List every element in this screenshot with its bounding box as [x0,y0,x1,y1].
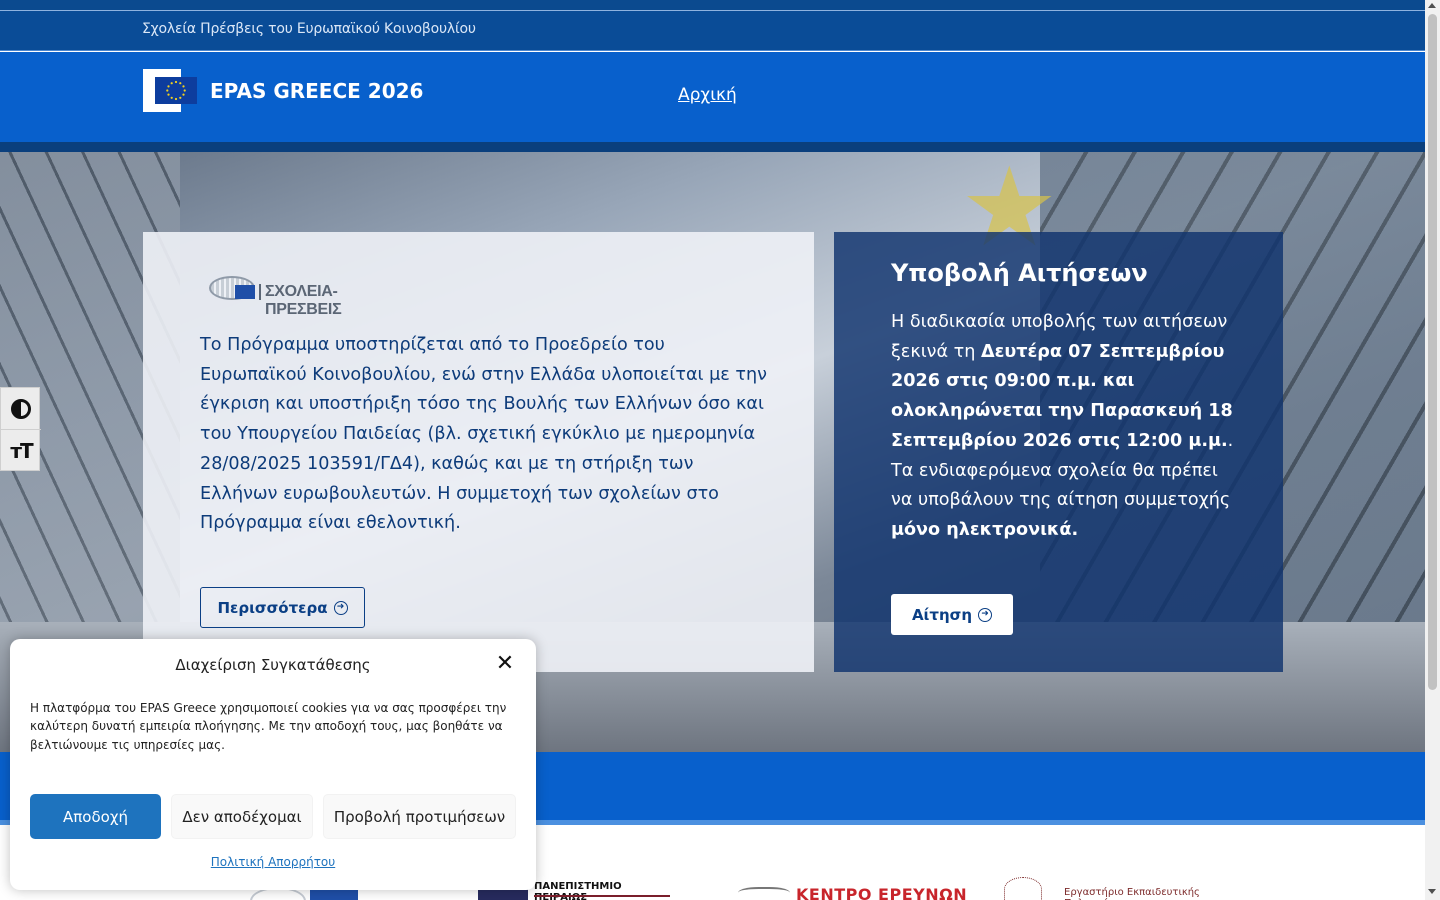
apply-button[interactable]: Αίτηση ➜ [891,594,1013,635]
applications-card: Υποβολή Αιτήσεων Η διαδικασία υποβολής τ… [834,232,1283,672]
more-button-label: Περισσότερα [217,598,328,617]
site-subtitle-bar: Σχολεία Πρέσβεις του Ευρωπαϊκού Κοινοβου… [0,11,1425,51]
nav-home-link[interactable]: Αρχική [678,85,737,105]
toggle-text-size-button[interactable]: ᴛT [1,430,41,472]
top-edge-bar [0,0,1425,11]
scroll-up-arrow-icon[interactable] [1428,3,1436,8]
cookie-deny-button[interactable]: Δεν αποδέχομαι [171,794,313,839]
text-size-icon: ᴛT [10,439,33,463]
cookie-consent-dialog: Διαχείριση Συγκατάθεσης ✕ Η πλατφόρμα το… [10,639,536,890]
toggle-contrast-button[interactable] [1,388,41,430]
close-icon[interactable]: ✕ [494,653,516,675]
cookie-dialog-title: Διαχείριση Συγκατάθεσης [175,656,371,674]
ambassador-schools-logo-text: ΣΧΟΛΕΙΑ-ΠΡΕΣΒΕΙΣ [265,283,342,318]
eu-flag-icon [155,77,197,104]
apply-button-label: Αίτηση [911,605,973,624]
about-card: ΣΧΟΛΕΙΑ-ΠΡΕΣΒΕΙΣ Το Πρόγραμμα υποστηρίζε… [143,232,814,672]
scroll-down-arrow-icon[interactable] [1428,889,1436,894]
applications-title: Υποβολή Αιτήσεων [891,259,1148,287]
about-paragraph: Το Πρόγραμμα υποστηρίζεται από το Προεδρ… [200,335,767,534]
accessibility-toolbar: ᴛT [0,387,41,472]
partner-logo-research-center[interactable]: ΚΕΝΤΡΟ ΕΡΕΥΝΩΝ [738,883,968,900]
site-brand[interactable]: EPAS GREECE 2026 [210,79,423,103]
cookie-accept-button[interactable]: Αποδοχή [30,794,161,839]
more-button[interactable]: Περισσότερα ➜ [200,587,365,628]
cookie-preferences-button[interactable]: Προβολή προτιμήσεων [323,794,516,839]
cookie-dialog-text: Η πλατφόρμα του EPAS Greece χρησιμοποιεί… [30,701,507,752]
ambassador-schools-logo: ΣΧΟΛΕΙΑ-ΠΡΕΣΒΕΙΣ [209,274,409,318]
eu-flag-logo[interactable] [143,69,199,112]
site-header: EPAS GREECE 2026 Αρχική [0,52,1425,142]
header-divider [0,142,1425,152]
arrow-right-circle-icon: ➜ [978,607,993,622]
contrast-icon [11,398,31,419]
partner-logo-education-policy-lab[interactable]: Εργαστήριο Εκπαιδευτικής Πολιτικής, [1004,877,1224,900]
scrollbar-thumb[interactable] [1428,14,1437,690]
site-subtitle: Σχολεία Πρέσβεις του Ευρωπαϊκού Κοινοβου… [142,21,476,37]
applications-paragraph: Η διαδικασία υποβολής των αιτήσεων ξεκιν… [891,312,1234,540]
arrow-right-circle-icon: ➜ [333,600,348,615]
page-scrollbar[interactable] [1425,0,1440,900]
tree-icon [1004,877,1042,900]
privacy-policy-link[interactable]: Πολιτική Απορρήτου [10,855,536,869]
